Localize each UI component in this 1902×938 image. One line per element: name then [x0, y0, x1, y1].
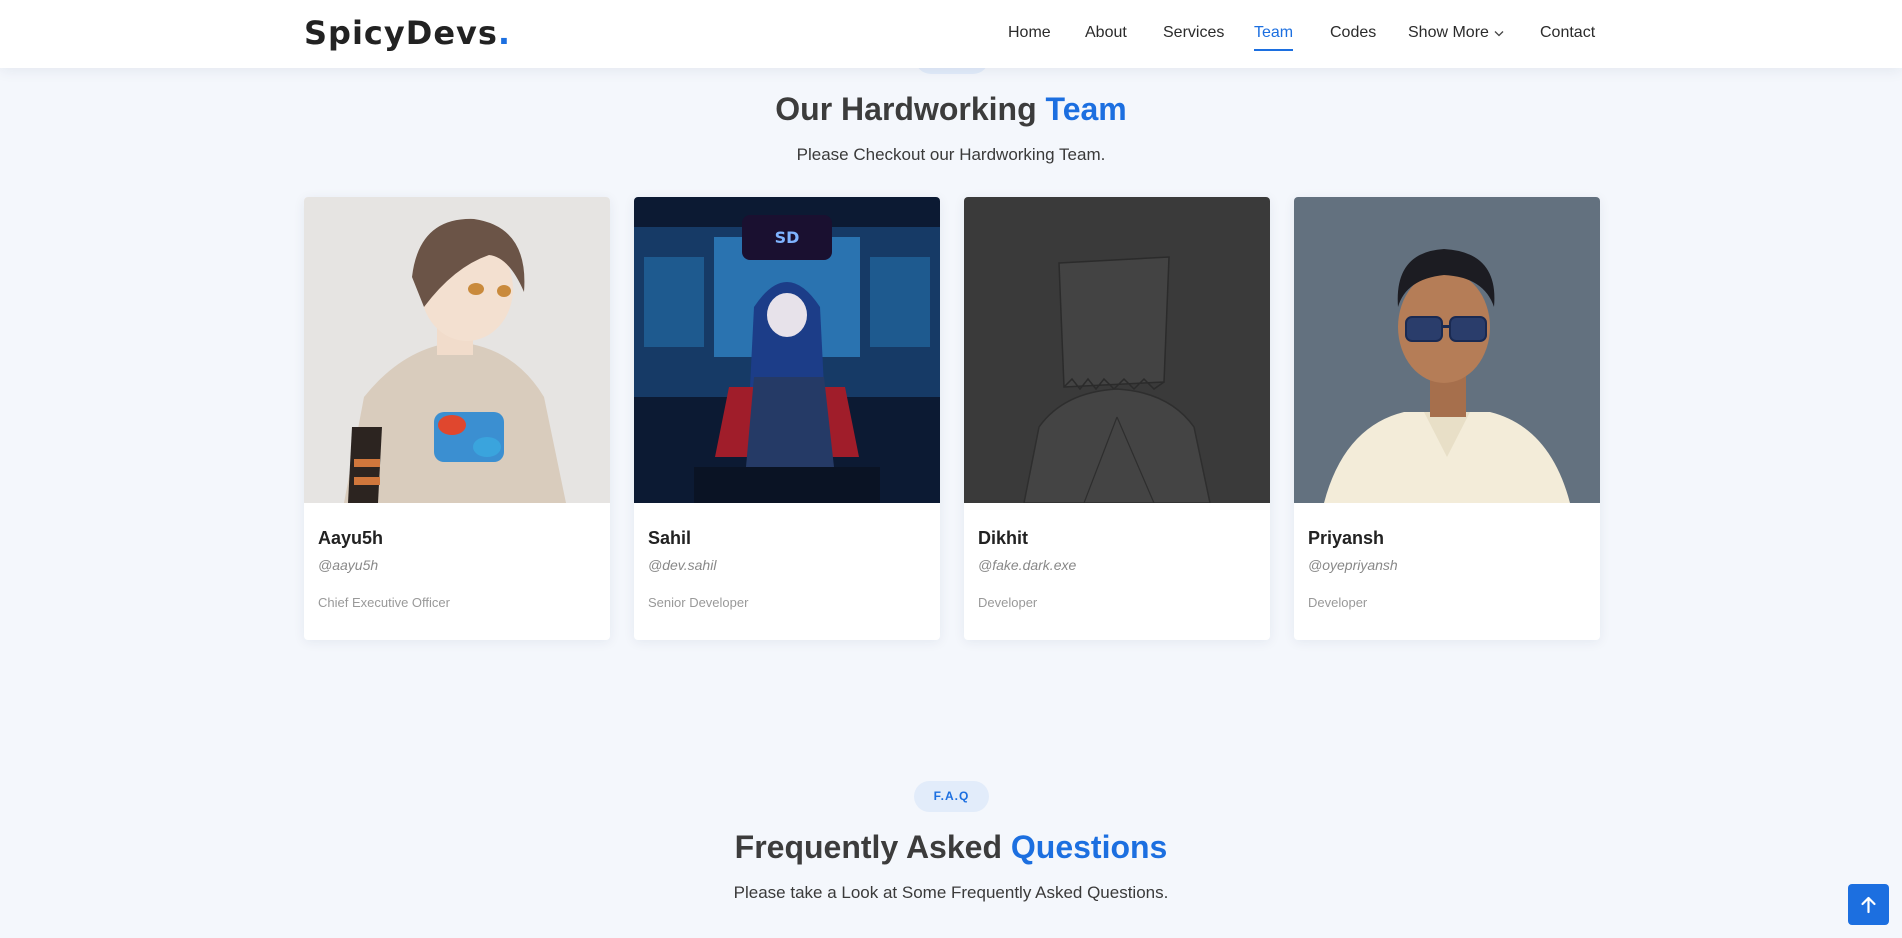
svg-text:SD: SD	[775, 228, 800, 247]
nav-show-more[interactable]: Show More	[1408, 22, 1504, 44]
main-nav: Home About Services Team Codes Show More…	[0, 0, 1902, 68]
member-role: Senior Developer	[648, 595, 749, 610]
paper-bag-head-avatar-icon	[964, 197, 1270, 503]
faq-title-accent: Questions	[1010, 829, 1168, 865]
faq-title-main: Frequently Asked	[734, 829, 1002, 865]
nav-about[interactable]: About	[1085, 22, 1127, 44]
team-card[interactable]: Priyansh @oyepriyansh Developer	[1294, 197, 1600, 640]
team-title-main: Our Hardworking	[775, 91, 1037, 127]
person-with-sunglasses-photo-icon	[1294, 197, 1600, 503]
team-section-title: Our Hardworking Team	[0, 89, 1902, 129]
member-handle[interactable]: @aayu5h	[318, 556, 378, 574]
nav-team[interactable]: Team	[1254, 22, 1294, 51]
member-handle[interactable]: @oyepriyansh	[1308, 556, 1398, 574]
nav-show-more-label: Show More	[1408, 24, 1489, 42]
nav-codes[interactable]: Codes	[1330, 22, 1376, 44]
team-card[interactable]: Aayu5h @aayu5h Chief Executive Officer	[304, 197, 610, 640]
team-card[interactable]: SD Sahil @dev.sahil Senior Developer	[634, 197, 940, 640]
team-title-accent: Team	[1045, 91, 1127, 127]
member-name: Dikhit	[978, 528, 1029, 548]
arrow-up-icon	[1861, 896, 1876, 914]
hooded-hacker-avatar-icon: SD	[634, 197, 940, 503]
anime-boy-avatar-icon	[304, 197, 610, 503]
member-role: Chief Executive Officer	[318, 595, 450, 610]
member-role: Developer	[1308, 595, 1368, 610]
member-name: Aayu5h	[318, 528, 384, 548]
nav-home[interactable]: Home	[1008, 22, 1051, 44]
member-name: Sahil	[648, 528, 692, 548]
member-handle[interactable]: @dev.sahil	[648, 556, 716, 574]
faq-badge: F.A.Q	[914, 781, 989, 812]
member-name: Priyansh	[1308, 528, 1385, 548]
faq-section-title: Frequently Asked Questions	[0, 827, 1902, 867]
team-section-subtitle: Please Checkout our Hardworking Team.	[796, 145, 1106, 164]
site-header: SpicyDevs. Home About Services Team Code…	[0, 0, 1902, 68]
nav-services[interactable]: Services	[1163, 22, 1224, 44]
chevron-down-icon	[1494, 22, 1504, 44]
team-card[interactable]: Dikhit @fake.dark.exe Developer	[964, 197, 1270, 640]
faq-section-subtitle: Please take a Look at Some Frequently As…	[733, 883, 1169, 902]
scroll-to-top-button[interactable]	[1848, 884, 1889, 925]
member-role: Developer	[978, 595, 1038, 610]
nav-contact[interactable]: Contact	[1540, 22, 1595, 44]
member-handle[interactable]: @fake.dark.exe	[978, 556, 1076, 574]
